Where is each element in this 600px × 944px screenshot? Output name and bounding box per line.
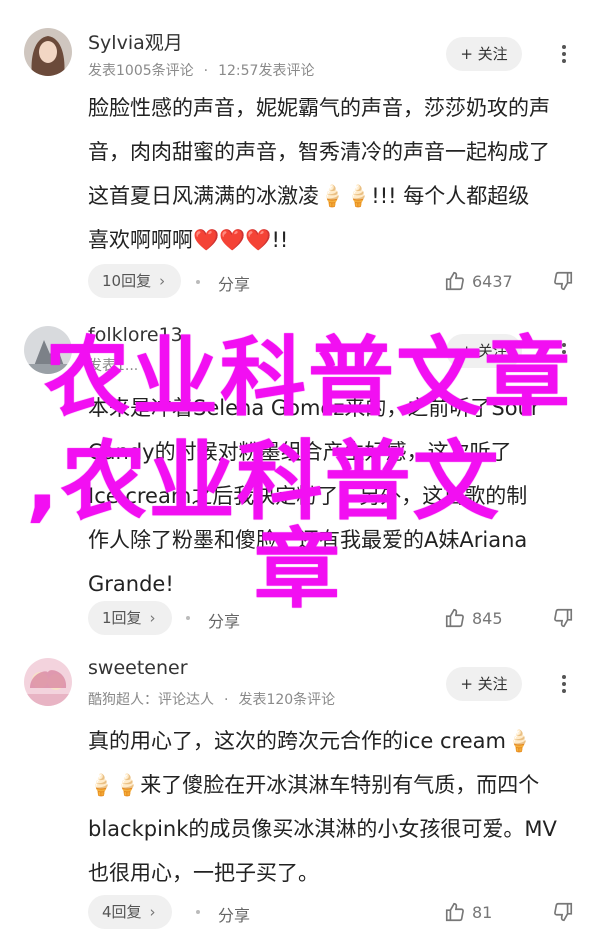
thumbs-up-icon: [445, 902, 464, 922]
comment-line: 真的用心了，这次的跨次元合作的ice cream🍦: [88, 729, 533, 753]
reply-count: 4回复: [102, 903, 142, 921]
like-button[interactable]: 81: [444, 901, 492, 923]
username[interactable]: sweetener: [88, 657, 188, 679]
user-title: 酷狗超人：评论达人: [88, 692, 214, 708]
comment-text: 真的用心了，这次的跨次元合作的ice cream🍦 🍦🍦来了傻脸在开冰淇淋车特别…: [88, 719, 588, 895]
reply-button[interactable]: 4回复 ›: [88, 895, 172, 929]
avatar[interactable]: [24, 658, 72, 706]
chevron-right-icon: ›: [149, 903, 156, 921]
comment-line: 🍦🍦来了傻脸在开冰淇淋车特别有气质，而四个: [88, 773, 540, 797]
share-button[interactable]: 分享: [218, 902, 250, 926]
comment-count: 发表120条评论: [238, 692, 336, 708]
thumbs-down-icon: [554, 902, 573, 922]
dislike-button[interactable]: [552, 901, 574, 923]
separator-dot: [196, 910, 200, 914]
comment-line: 也很用心，一把子买了。: [88, 861, 319, 885]
comment-line: blackpink的成员像买冰淇淋的小女孩很可爱。MV: [88, 817, 557, 841]
comment-meta: 酷狗超人：评论达人 · 发表120条评论: [88, 692, 336, 708]
more-options-icon[interactable]: [556, 672, 572, 696]
follow-button[interactable]: + 关注: [446, 667, 522, 701]
comment-card: sweetener 酷狗超人：评论达人 · 发表120条评论 + 关注 真的用心了，…: [0, 0, 600, 944]
like-count: 81: [472, 902, 493, 922]
